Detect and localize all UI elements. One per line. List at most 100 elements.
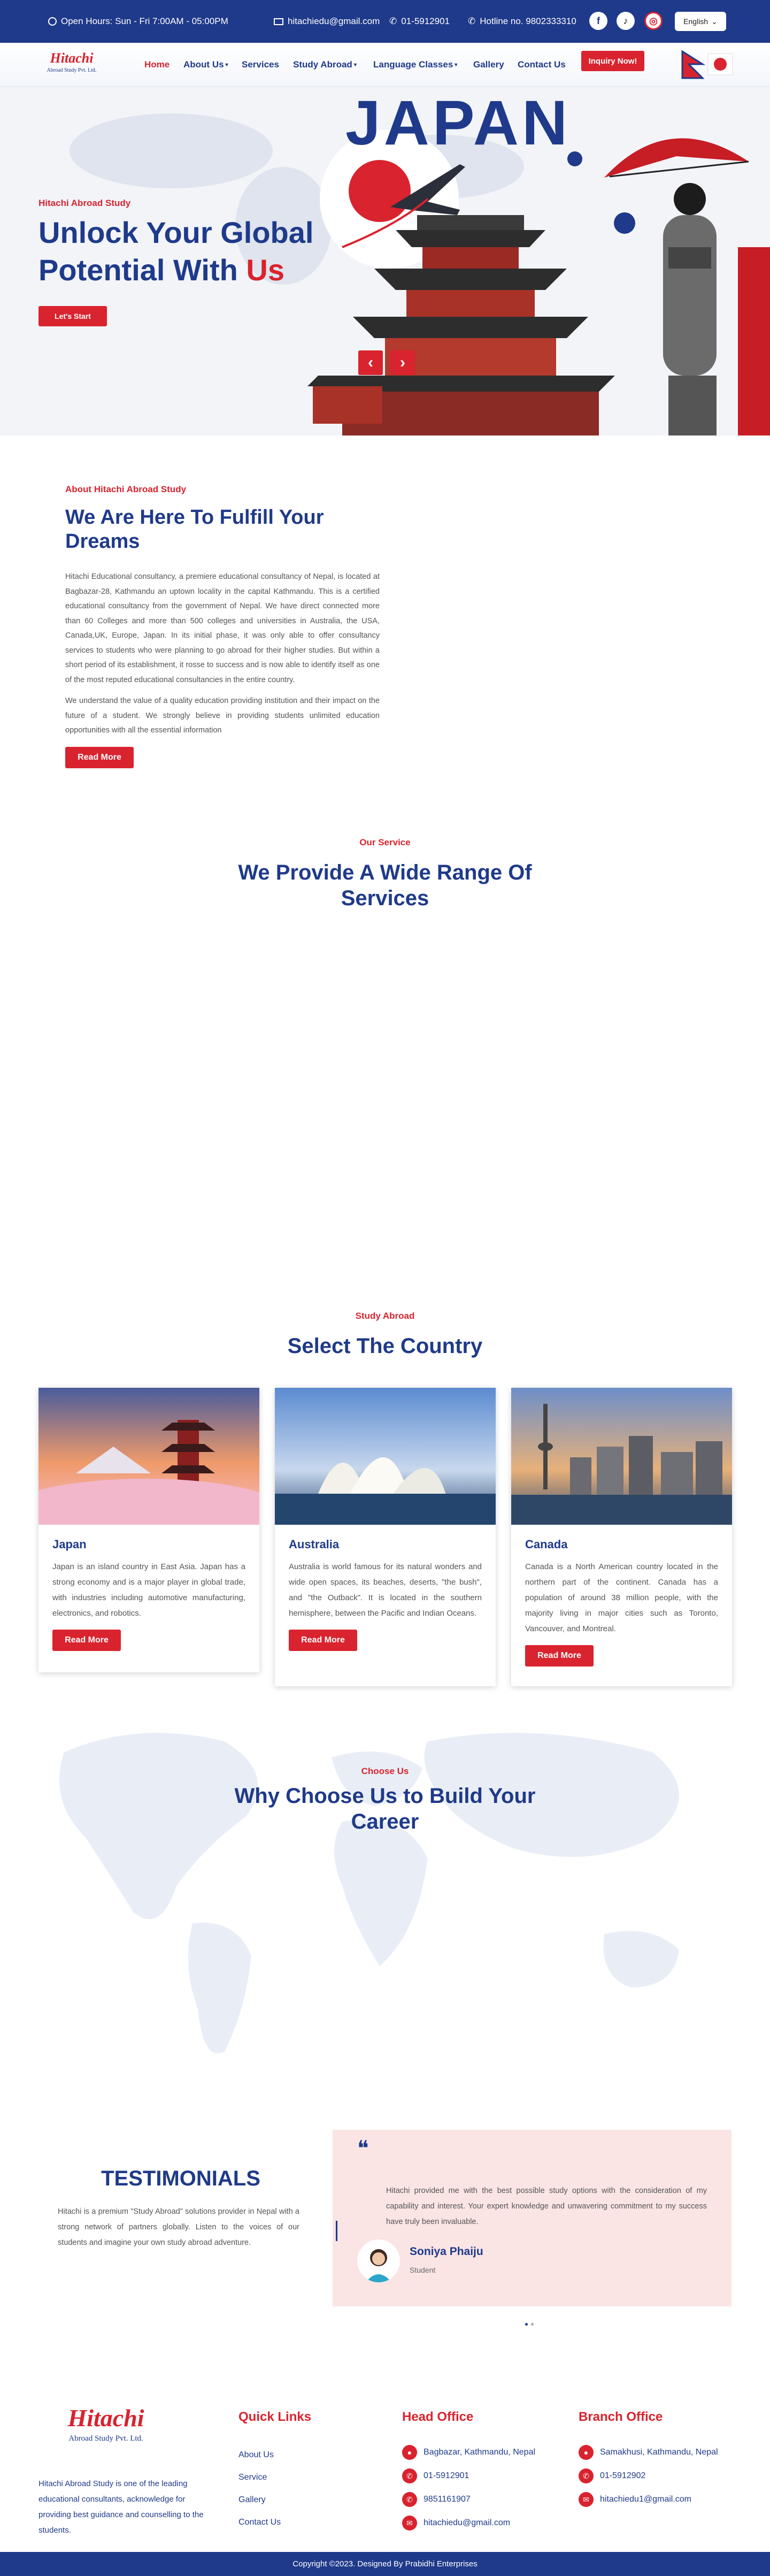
topbar-email[interactable]: hitachiedu@gmail.com bbox=[274, 0, 380, 43]
slider-next-button[interactable]: › bbox=[390, 350, 415, 375]
carousel-dots[interactable] bbox=[525, 2323, 534, 2326]
nav-gallery[interactable]: Gallery bbox=[473, 43, 504, 87]
head-mobile[interactable]: ✆ 9851161907 bbox=[402, 2492, 535, 2507]
footer-branch-office-title: Branch Office bbox=[579, 2410, 663, 2424]
head-phone[interactable]: ✆ 01-5912901 bbox=[402, 2468, 535, 2483]
testimonial-card: ❝ Hitachi provided me with the best poss… bbox=[333, 2130, 732, 2306]
countries-section: Study Abroad Select The Country bbox=[0, 1311, 770, 1359]
facebook-icon[interactable]: f bbox=[589, 12, 607, 30]
world-map-background bbox=[59, 1733, 679, 2054]
nav-contact-us[interactable]: Contact Us bbox=[518, 43, 566, 87]
testimonial-name: Soniya Phaiju bbox=[410, 2245, 483, 2258]
nav-language-classes[interactable]: Language Classes ▾ bbox=[373, 43, 457, 87]
country-name: Japan bbox=[52, 1538, 87, 1551]
testimonial-quote: Hitachi provided me with the best possib… bbox=[386, 2187, 707, 2226]
countries-title: Select The Country bbox=[287, 1334, 483, 1358]
country-card-japan[interactable]: Japan Japan is an island country in East… bbox=[38, 1388, 259, 1672]
nepal-japan-flags bbox=[679, 48, 735, 80]
phone-icon: ✆ bbox=[468, 16, 476, 26]
why-title: Why Choose Us to Build Your Career bbox=[234, 1784, 536, 1833]
canada-image bbox=[511, 1388, 732, 1525]
phone-icon: ✆ bbox=[579, 2468, 594, 2483]
footer-head-office-title: Head Office bbox=[402, 2410, 474, 2424]
location-icon: ● bbox=[579, 2445, 594, 2460]
country-description: Canada is a North American country locat… bbox=[525, 1562, 718, 1633]
head-email[interactable]: ✉ hitachiedu@gmail.com bbox=[402, 2516, 535, 2531]
open-hours: Open Hours: Sun - Fri 7:00AM - 05:00PM bbox=[48, 0, 228, 43]
footer-link-about[interactable]: About Us bbox=[238, 2450, 311, 2460]
about-read-more-button[interactable]: Read More bbox=[65, 746, 134, 768]
flags-icon bbox=[681, 50, 733, 79]
inquiry-now-button[interactable]: Inquiry Now! bbox=[581, 51, 644, 71]
hero-title: Unlock Your Global Potential With Us bbox=[38, 216, 314, 287]
carousel-dot[interactable] bbox=[531, 2323, 534, 2326]
student-avatar-icon bbox=[366, 2249, 391, 2282]
australia-read-more-button[interactable]: Read More bbox=[289, 1630, 357, 1651]
phone-icon: ✆ bbox=[402, 2468, 417, 2483]
about-paragraph-2: We understand the value of a quality edu… bbox=[65, 697, 380, 735]
language-select[interactable]: English ⌄ bbox=[675, 12, 726, 31]
countries-kicker: Study Abroad bbox=[355, 1311, 415, 1321]
country-card-australia[interactable]: Australia Australia is world famous for … bbox=[275, 1388, 496, 1686]
country-name: Canada bbox=[525, 1538, 568, 1551]
nav-about-us[interactable]: About Us ▾ bbox=[183, 43, 228, 87]
australia-image bbox=[275, 1388, 496, 1525]
about-section: About Hitachi Abroad Study We Are Here T… bbox=[65, 484, 380, 768]
mail-icon bbox=[274, 18, 283, 25]
phone-icon: ✆ bbox=[402, 2492, 417, 2507]
main-nav: Hitachi Abroad Study Pvt. Ltd. Home Abou… bbox=[0, 43, 770, 87]
japan-image bbox=[38, 1388, 259, 1525]
carousel-dot-active[interactable] bbox=[525, 2323, 528, 2326]
copyright-bar: Copyright ©2023. Designed By Prabidhi En… bbox=[0, 2552, 770, 2576]
footer-quick-links: Quick Links About Us Service Gallery Con… bbox=[238, 2410, 311, 2527]
nav-home[interactable]: Home bbox=[144, 43, 170, 87]
footer-link-contact[interactable]: Contact Us bbox=[238, 2518, 311, 2527]
country-description: Japan is an island country in East Asia.… bbox=[52, 1562, 245, 1618]
chevron-down-icon: ⌄ bbox=[711, 17, 718, 26]
mail-icon: ✉ bbox=[579, 2492, 594, 2507]
hero-banner-word: JAPAN bbox=[345, 88, 571, 158]
nav-study-abroad[interactable]: Study Abroad ▾ bbox=[293, 43, 357, 87]
country-card-canada[interactable]: Canada Canada is a North American countr… bbox=[511, 1388, 732, 1686]
why-section: Choose Us Why Choose Us to Build Your Ca… bbox=[0, 1709, 770, 2084]
nav-services[interactable]: Services bbox=[242, 43, 279, 87]
canada-read-more-button[interactable]: Read More bbox=[525, 1645, 594, 1667]
mail-icon: ✉ bbox=[402, 2516, 417, 2531]
quote-icon: ❝ bbox=[357, 2137, 369, 2160]
country-name: Australia bbox=[289, 1538, 340, 1551]
hero-banner: JAPAN Hitachi Abroad Study Unlock Your G… bbox=[0, 87, 770, 435]
lets-start-button[interactable]: Let's Start bbox=[38, 306, 107, 326]
topbar-phone[interactable]: ✆ 01-5912901 bbox=[389, 0, 450, 43]
branch-phone[interactable]: ✆ 01-5912902 bbox=[579, 2468, 718, 2483]
services-title: We Provide A Wide Range Of Services bbox=[238, 861, 532, 910]
services-section: Our Service We Provide A Wide Range Of S… bbox=[0, 837, 770, 911]
topbar-hotline[interactable]: ✆ Hotline no. 9802333310 bbox=[468, 0, 576, 43]
services-kicker: Our Service bbox=[359, 837, 411, 847]
head-address: ● Bagbazar, Kathmandu, Nepal bbox=[402, 2445, 535, 2460]
top-bar: Open Hours: Sun - Fri 7:00AM - 05:00PM h… bbox=[0, 0, 770, 43]
footer-branch-office: Branch Office ● Samakhusi, Kathmandu, Ne… bbox=[579, 2410, 718, 2507]
branch-email[interactable]: ✉ hitachiedu1@gmail.com bbox=[579, 2492, 718, 2507]
footer-link-gallery[interactable]: Gallery bbox=[238, 2495, 311, 2505]
branch-address: ● Samakhusi, Kathmandu, Nepal bbox=[579, 2445, 718, 2460]
testimonials-heading: TESTIMONIALS bbox=[101, 2167, 260, 2190]
footer-logo[interactable]: Hitachi Abroad Study Pvt. Ltd. bbox=[58, 2402, 154, 2456]
slider-prev-button[interactable]: ‹ bbox=[358, 350, 383, 375]
japan-read-more-button[interactable]: Read More bbox=[52, 1630, 121, 1651]
tiktok-icon[interactable]: ♪ bbox=[617, 12, 635, 30]
about-paragraph-1: Hitachi Educational consultancy, a premi… bbox=[65, 572, 380, 684]
instagram-icon[interactable]: ◎ bbox=[644, 12, 663, 30]
caret-down-icon: ▾ bbox=[225, 62, 228, 68]
location-icon: ● bbox=[402, 2445, 417, 2460]
clock-icon bbox=[48, 17, 57, 26]
footer-link-service[interactable]: Service bbox=[238, 2473, 311, 2482]
logo[interactable]: Hitachi Abroad Study Pvt. Ltd. bbox=[40, 49, 104, 80]
about-kicker: About Hitachi Abroad Study bbox=[65, 484, 187, 494]
avatar bbox=[357, 2239, 400, 2282]
about-title: We Are Here To Fulfill Your Dreams bbox=[65, 506, 324, 553]
caret-down-icon: ▾ bbox=[455, 62, 458, 68]
phone-icon: ✆ bbox=[389, 16, 397, 26]
testimonials-intro: Hitachi is a premium "Study Abroad" solu… bbox=[58, 2207, 299, 2247]
testimonial-role: Student bbox=[410, 2266, 436, 2274]
hero-kicker: Hitachi Abroad Study bbox=[38, 198, 131, 208]
